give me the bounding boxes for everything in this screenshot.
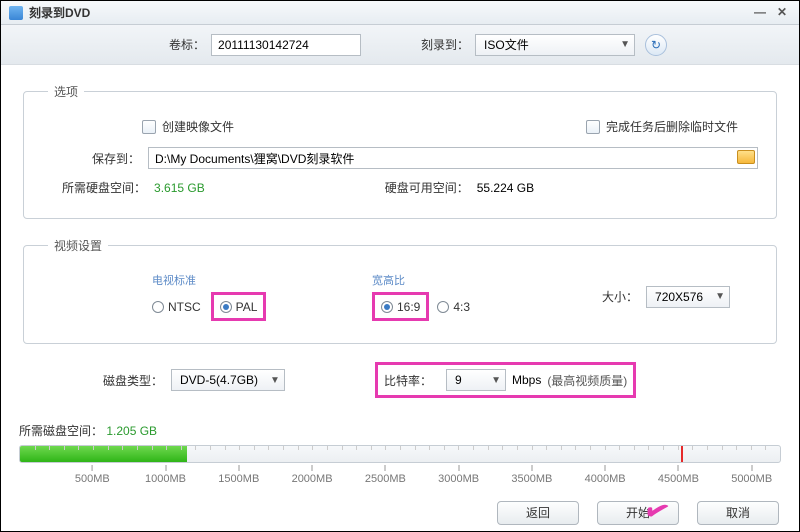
highlight-169: 16:9 <box>372 292 429 321</box>
delete-temp-checkbox[interactable]: 完成任务后删除临时文件 <box>586 118 738 135</box>
tick-label: 2000MB <box>292 465 333 485</box>
back-button[interactable]: 返回 <box>497 501 579 525</box>
burn-to-select[interactable]: ISO文件 ▼ <box>475 34 635 56</box>
create-image-label: 创建映像文件 <box>162 118 234 135</box>
video-legend: 视频设置 <box>48 237 108 254</box>
minimize-button[interactable]: — <box>751 6 769 20</box>
checkbox-icon <box>586 120 600 134</box>
pal-label: PAL <box>236 300 258 314</box>
tick-label: 1500MB <box>218 465 259 485</box>
folder-icon[interactable] <box>737 150 755 164</box>
checkbox-icon <box>142 120 156 134</box>
disc-type-lbl: 磁盘类型： <box>103 372 163 389</box>
progress-red-marker <box>681 445 683 463</box>
bitrate-hint: (最高视频质量) <box>547 372 627 389</box>
tick-label: 3000MB <box>438 465 479 485</box>
chevron-down-icon: ▼ <box>491 375 501 386</box>
tick-label: 5000MB <box>731 465 772 485</box>
chevron-down-icon: ▼ <box>620 39 630 50</box>
highlight-pal: PAL <box>211 292 267 321</box>
required-disk-lbl: 所需磁盘空间： <box>19 424 103 438</box>
options-fieldset: 选项 创建映像文件 完成任务后删除临时文件 保存到： 所需硬盘空间： <box>23 83 777 219</box>
tick-label: 500MB <box>75 465 110 485</box>
disc-type-value: DVD-5(4.7GB) <box>180 373 258 387</box>
create-image-checkbox[interactable]: 创建映像文件 <box>142 118 234 135</box>
bitrate-lbl: 比特率： <box>384 372 432 389</box>
available-hd-lbl: 硬盘可用空间： <box>385 179 469 196</box>
bitrate-unit: Mbps <box>512 373 541 387</box>
delete-temp-label: 完成任务后删除临时文件 <box>606 118 738 135</box>
required-hd-value: 3.615 GB <box>154 181 205 195</box>
chevron-down-icon: ▼ <box>270 375 280 386</box>
radio-icon <box>381 301 393 313</box>
disc-type-select[interactable]: DVD-5(4.7GB) ▼ <box>171 369 285 391</box>
pal-radio[interactable]: PAL <box>220 300 258 314</box>
bitrate-value: 9 <box>455 373 462 387</box>
progress-fill <box>20 446 187 462</box>
radio-icon <box>220 301 232 313</box>
volume-label-lbl: 卷标： <box>169 36 205 53</box>
cancel-button[interactable]: 取消 <box>697 501 779 525</box>
app-icon <box>9 6 23 20</box>
window-title: 刻录到DVD <box>29 4 90 21</box>
available-hd-value: 55.224 GB <box>477 181 534 195</box>
radio-icon <box>152 301 164 313</box>
volume-label-input[interactable] <box>211 34 361 56</box>
tick-label: 2500MB <box>365 465 406 485</box>
size-lbl: 大小： <box>602 288 638 305</box>
burn-to-lbl: 刻录到： <box>421 36 469 53</box>
ntsc-label: NTSC <box>168 300 201 314</box>
save-to-lbl: 保存到： <box>92 150 140 167</box>
tick-label: 4000MB <box>585 465 626 485</box>
a169-label: 16:9 <box>397 300 420 314</box>
title-bar: 刻录到DVD — ✕ <box>1 1 799 25</box>
bottom-bar: 返回 开始 取消 <box>497 501 779 525</box>
burn-to-value: ISO文件 <box>484 36 529 53</box>
tick-label: 3500MB <box>511 465 552 485</box>
progress-area: 所需磁盘空间： 1.205 GB 500MB 1000MB 1500MB 2000MB… <box>19 422 781 487</box>
size-select[interactable]: 720X576 ▼ <box>646 286 730 308</box>
progress-ticks: 500MB 1000MB 1500MB 2000MB 2500MB 3000MB 3500M… <box>19 465 781 487</box>
refresh-icon: ↻ <box>651 38 661 52</box>
bitrate-select[interactable]: 9 ▼ <box>446 369 506 391</box>
refresh-button[interactable]: ↻ <box>645 34 667 56</box>
highlight-bitrate: 比特率： 9 ▼ Mbps (最高视频质量) <box>375 362 636 398</box>
pointer-arrow-icon: ✔ <box>639 491 675 532</box>
size-value: 720X576 <box>655 290 703 304</box>
save-to-input[interactable] <box>148 147 758 169</box>
aspect-43-radio[interactable]: 4:3 <box>437 300 470 314</box>
tv-standard-lbl: 电视标准 <box>152 272 312 288</box>
tick-label: 1000MB <box>145 465 186 485</box>
radio-icon <box>437 301 449 313</box>
close-button[interactable]: ✕ <box>773 6 791 20</box>
aspect-lbl: 宽高比 <box>372 272 522 288</box>
chevron-down-icon: ▼ <box>715 291 725 302</box>
ntsc-radio[interactable]: NTSC <box>152 300 201 314</box>
required-disk-value: 1.205 GB <box>106 424 157 438</box>
required-hd-lbl: 所需硬盘空间： <box>62 179 146 196</box>
aspect-169-radio[interactable]: 16:9 <box>381 300 420 314</box>
video-fieldset: 视频设置 电视标准 NTSC PAL <box>23 237 777 344</box>
top-toolbar: 卷标： 刻录到： ISO文件 ▼ ↻ <box>1 25 799 65</box>
options-legend: 选项 <box>48 83 84 100</box>
tick-label: 4500MB <box>658 465 699 485</box>
a43-label: 4:3 <box>453 300 470 314</box>
progress-track <box>19 445 781 463</box>
